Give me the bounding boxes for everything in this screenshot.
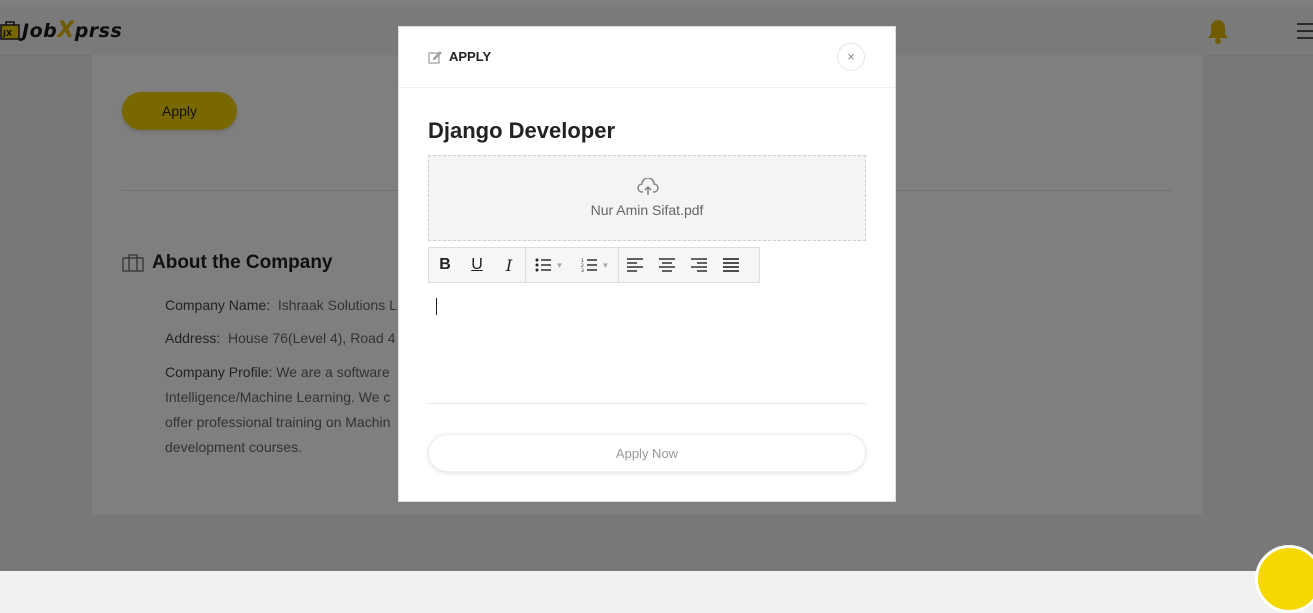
align-justify-button[interactable] (715, 248, 747, 282)
chat-widget-button[interactable] (1255, 545, 1313, 613)
caret-down-icon: ▼ (601, 260, 610, 270)
file-dropzone[interactable]: Nur Amin Sifat.pdf (428, 155, 866, 241)
editor-toolbar: B U I ▼ 1 2 3 ▼ (428, 247, 760, 283)
align-left-icon (627, 258, 643, 272)
svg-text:3: 3 (581, 268, 584, 272)
align-right-icon (691, 258, 707, 272)
modal-title: APPLY (428, 49, 491, 64)
job-title: Django Developer (428, 118, 616, 143)
italic-button[interactable]: I (493, 248, 525, 282)
align-center-button[interactable] (651, 248, 683, 282)
bullet-list-button[interactable]: ▼ (526, 248, 572, 282)
numbered-list-button[interactable]: 1 2 3 ▼ (572, 248, 618, 282)
align-center-icon (659, 258, 675, 272)
align-group (619, 248, 747, 282)
modal-header: APPLY × (399, 27, 895, 88)
align-left-button[interactable] (619, 248, 651, 282)
text-style-group: B U I (429, 248, 526, 282)
bullet-list-icon (535, 258, 551, 272)
apply-modal: APPLY × Django Developer Nur Amin Sifat.… (398, 26, 896, 502)
numbered-list-icon: 1 2 3 (581, 258, 597, 272)
upload-cloud-icon (637, 178, 659, 195)
text-cursor (436, 298, 437, 315)
align-right-button[interactable] (683, 248, 715, 282)
edit-icon (428, 50, 442, 63)
cover-letter-editor[interactable] (428, 285, 866, 404)
caret-down-icon: ▼ (555, 260, 564, 270)
uploaded-file-name: Nur Amin Sifat.pdf (590, 202, 704, 218)
close-icon[interactable]: × (837, 43, 865, 71)
list-group: ▼ 1 2 3 ▼ (526, 248, 619, 282)
align-justify-icon (723, 258, 739, 272)
bold-button[interactable]: B (429, 248, 461, 282)
apply-now-button[interactable]: Apply Now (428, 434, 866, 472)
underline-button[interactable]: U (461, 248, 493, 282)
